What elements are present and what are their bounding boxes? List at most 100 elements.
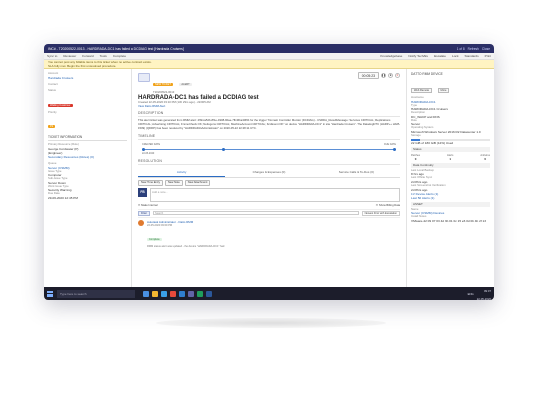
task-view-icon[interactable] <box>143 290 149 297</box>
storage-label: Storage <box>411 132 421 137</box>
notify-button[interactable]: Notify Tech/Ev <box>408 54 428 58</box>
knowledgebase-button[interactable]: Knowledgebase <box>380 54 402 58</box>
word-icon[interactable] <box>206 290 212 297</box>
standards-button[interactable]: Standards <box>465 54 479 58</box>
new-time-entry-button[interactable]: New Time Entry <box>138 179 163 186</box>
show-billing-checkbox[interactable]: ☐ Show Billing Data <box>376 203 400 207</box>
close-button[interactable]: Close <box>482 47 490 51</box>
status-stats: Patches 0 Alerts 1 Antivirus 0 <box>411 154 490 161</box>
filter-button[interactable]: Filter <box>138 210 150 216</box>
taskbar-search-input[interactable]: Type here to search <box>57 289 135 298</box>
title-bar: INC# - T20200522-0013 - HARDRADA-DC1 has… <box>44 44 494 53</box>
priority-badge[interactable]: P2 <box>48 125 56 129</box>
language-indicator[interactable]: ENG <box>468 292 474 296</box>
activity-search-input[interactable]: Search <box>152 211 359 216</box>
description-heading: DESCRIPTION <box>138 111 400 118</box>
sort-select[interactable]: Newest First with Escalation <box>361 210 400 216</box>
close-icon[interactable]: ✕ <box>395 73 400 78</box>
asset-notes-value: VMware-42 09 07 03 4d 3b 01 0c 15 e6 0d … <box>411 218 486 223</box>
entry-status-badge: Complete <box>147 237 162 241</box>
reviewer-button[interactable]: Reviewer <box>63 54 76 58</box>
ticket-icon <box>138 73 150 82</box>
stat-alerts[interactable]: Alerts 1 <box>447 154 453 161</box>
file-explorer-icon[interactable] <box>152 290 158 297</box>
status-badge[interactable]: Waiting Customer <box>48 103 73 107</box>
rmm-alert-link[interactable]: View Datto RMM Alert <box>138 104 165 108</box>
ticket-info-heading: TICKET INFORMATION <box>48 135 127 142</box>
data-continuity-heading: Data Continuity <box>411 162 490 168</box>
outlook-icon[interactable] <box>179 290 185 297</box>
device-shadow <box>156 318 386 328</box>
teams-icon[interactable] <box>188 290 194 297</box>
make-internal-checkbox[interactable]: ☐ Make Internal <box>138 203 157 207</box>
banner-line-2: SLA fully met. Begin the first unresolve… <box>48 64 117 68</box>
taskbar-apps <box>143 290 212 297</box>
tab-activity[interactable]: Activity <box>138 169 226 177</box>
right-panel: DATTO RMM DEVICE Web Remote More Hostnam… <box>406 69 494 287</box>
edge-browser-icon[interactable] <box>161 290 167 297</box>
warning-banner: You cannot post any billable items to th… <box>44 60 494 69</box>
list-item: Autotask Administrator - Datto RMM 22-05… <box>138 219 400 248</box>
stop-icon[interactable]: ■ <box>388 73 393 78</box>
status-label: Status <box>48 88 56 93</box>
resolution-heading: RESOLUTION <box>138 159 400 165</box>
more-button[interactable]: More <box>437 88 450 93</box>
clock-time: 09:07 <box>484 289 491 294</box>
entry-date: 22-05-2020 03:09 PM <box>147 223 173 227</box>
tab-service-calls[interactable]: Service Calls & To-Dos (0) <box>313 169 400 177</box>
web-remote-button[interactable]: Web Remote <box>411 88 433 93</box>
escalate-button[interactable]: Escalate <box>434 54 446 58</box>
os-value: Microsoft Windows Server 2016 R2 Datacen… <box>411 129 481 134</box>
priority-label: Priority <box>48 109 57 114</box>
stat-patches-value: 0 <box>414 156 417 161</box>
new-attachment-button[interactable]: New Attachment <box>184 179 211 186</box>
description-text: This alert ticket was generated from RMM… <box>138 118 400 130</box>
chrome-browser-icon[interactable] <box>170 290 176 297</box>
taskbar-clock[interactable]: 09:07 22-05-2020 <box>477 286 491 300</box>
show-billing-label: Show Billing Data <box>378 203 400 207</box>
asset-heading: ASSET <box>411 201 490 207</box>
work-timer[interactable]: 00:05:23 <box>357 72 379 79</box>
new-note-button[interactable]: New Note <box>164 179 183 186</box>
stat-antivirus-value: 0 <box>484 156 487 161</box>
alert-tag: ALERT <box>179 83 192 86</box>
timeline-heading: TIMELINE <box>138 134 400 140</box>
timeline-start-label: CREATED DATE <box>142 142 161 146</box>
lock-button[interactable]: Lock <box>452 54 459 58</box>
status-heading: Status <box>411 146 490 152</box>
tools-button[interactable]: Tools <box>100 54 107 58</box>
pause-icon[interactable]: ❚❚ <box>381 73 386 78</box>
stat-antivirus[interactable]: Antivirus 0 <box>480 154 490 161</box>
make-internal-label: Make Internal <box>141 203 158 207</box>
excel-icon[interactable] <box>197 290 203 297</box>
tab-charges[interactable]: Charges & Expenses (0) <box>225 169 312 177</box>
stat-patches[interactable]: Patches 0 <box>411 154 420 161</box>
window-title: INC# - T20200522-0013 - HARDRADA-DC1 has… <box>48 46 184 51</box>
windows-start-icon[interactable] <box>47 290 53 297</box>
forward-button[interactable]: Forward <box>82 54 93 58</box>
clock-date: 22-05-2020 <box>476 296 491 300</box>
pager-label: 1 of 8 <box>456 46 465 51</box>
timeline-end-label: DUE DATE <box>384 142 396 146</box>
timeline-start-dot <box>142 147 145 151</box>
left-panel: Account Hardrada Cruisers Contact Status… <box>44 69 132 287</box>
print-button[interactable]: Print <box>485 54 491 58</box>
complete-button[interactable]: Complete <box>113 54 126 58</box>
toolbar: Sync to Reviewer Forward Tools Complete … <box>44 53 494 60</box>
storage-value: 22 GiB of 180 GiB (12%) Used <box>411 140 454 145</box>
last-alerts-link[interactable]: Last 50 Alerts (1) <box>411 196 490 200</box>
stat-alerts-value: 1 <box>449 156 452 161</box>
timeline-bar: CREATED DATE 22-05-2020 DUE DATE <box>138 142 400 156</box>
refresh-button[interactable]: Refresh <box>468 47 479 51</box>
rmm-device-heading: DATTO RMM DEVICE <box>411 72 443 76</box>
activity-tabs: Activity Charges & Expenses (0) Service … <box>138 169 400 178</box>
timeline-now-dot <box>222 147 225 151</box>
app-window: INC# - T20200522-0013 - HARDRADA-DC1 has… <box>44 44 494 300</box>
timeline-line <box>142 148 396 150</box>
entry-avatar <box>138 219 144 226</box>
timeline-start-date: 22-05-2020 <box>142 151 155 155</box>
new-ticket-tag: NEW TICKET <box>153 83 173 86</box>
sync-button[interactable]: Sync to <box>47 54 57 58</box>
note-input[interactable]: Add a note... <box>150 187 400 202</box>
ticket-number: T20200522-0013 <box>153 90 175 94</box>
